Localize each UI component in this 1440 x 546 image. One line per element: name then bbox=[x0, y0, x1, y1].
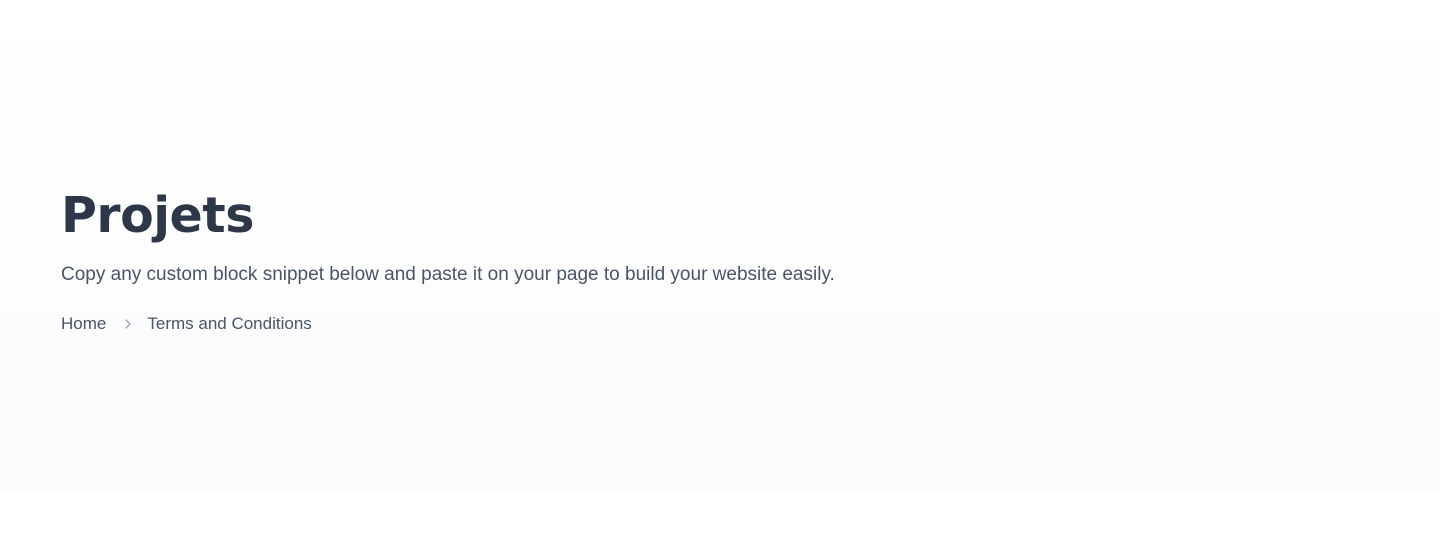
chevron-right-icon bbox=[121, 318, 135, 330]
breadcrumb-home-link[interactable]: Home bbox=[61, 313, 106, 335]
page-title: Projets bbox=[61, 187, 254, 244]
breadcrumb: Home Terms and Conditions bbox=[61, 313, 1261, 335]
page-header-content: Projets Copy any custom block snippet be… bbox=[61, 186, 1261, 335]
breadcrumb-current-page: Terms and Conditions bbox=[147, 314, 312, 333]
page-subtitle: Copy any custom block snippet below and … bbox=[61, 264, 835, 285]
page-header-section: Projets Copy any custom block snippet be… bbox=[0, 0, 1440, 490]
